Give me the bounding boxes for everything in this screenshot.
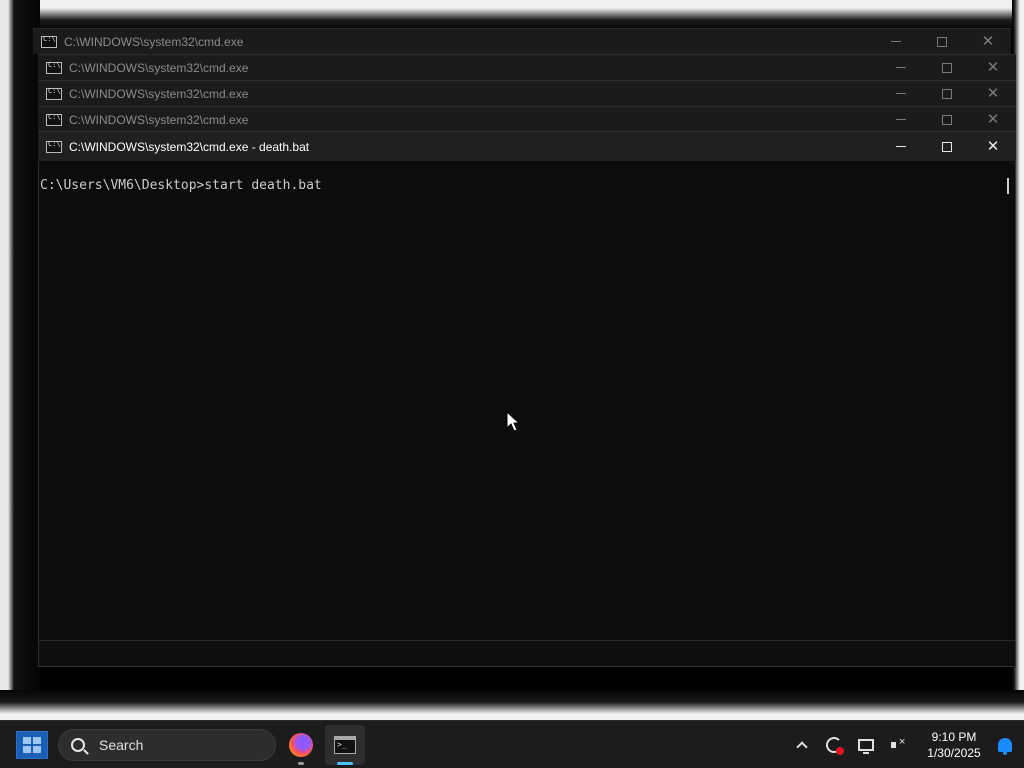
window-titlebar-1[interactable]: C:\WINDOWS\system32\cmd.exe ✕ — [33, 28, 1011, 54]
window-title: C:\WINDOWS\system32\cmd.exe — [69, 86, 249, 101]
error-badge-icon — [836, 747, 844, 755]
window-controls: ✕ — [878, 55, 1016, 80]
maximize-button[interactable] — [924, 107, 970, 132]
close-icon: ✕ — [986, 85, 1000, 102]
maximize-icon — [942, 88, 952, 99]
chevron-up-icon — [796, 741, 808, 753]
desktop-edge-left — [0, 0, 40, 720]
app-running-indicator — [298, 762, 304, 765]
network-button[interactable] — [850, 729, 882, 761]
window-controls: ✕ — [878, 107, 1016, 132]
window-titlebar-4[interactable]: C:\WINDOWS\system32\cmd.exe ✕ — [38, 106, 1016, 132]
system-tray: 9:10 PM 1/30/2025 — [786, 721, 1024, 768]
close-button[interactable]: ✕ — [970, 55, 1016, 80]
close-icon: ✕ — [986, 138, 1000, 155]
window-title: C:\WINDOWS\system32\cmd.exe — [64, 34, 244, 49]
search-box[interactable]: Search — [58, 729, 276, 761]
cmd-icon — [46, 87, 62, 100]
desktop-edge-bottom — [0, 690, 1024, 720]
close-icon: ✕ — [986, 59, 1000, 76]
volume-button[interactable] — [882, 729, 914, 761]
minimize-button[interactable] — [878, 107, 924, 132]
clock-date: 1/30/2025 — [927, 746, 981, 760]
window-titlebar-3[interactable]: C:\WINDOWS\system32\cmd.exe ✕ — [38, 80, 1016, 106]
minimize-button[interactable] — [873, 29, 919, 54]
cmd-icon — [46, 140, 62, 153]
maximize-icon — [937, 36, 947, 47]
close-button[interactable]: ✕ — [970, 132, 1016, 161]
window-controls: ✕ — [878, 81, 1016, 106]
scrollbar-thumb[interactable] — [1007, 178, 1009, 194]
notification-bell-icon[interactable] — [998, 738, 1012, 755]
speaker-muted-icon — [891, 736, 905, 751]
search-icon — [71, 738, 85, 752]
taskbar-app-terminal[interactable] — [325, 725, 365, 765]
windows-logo-icon — [16, 731, 48, 759]
app-active-indicator — [337, 762, 353, 765]
cmd-icon — [41, 35, 57, 48]
network-icon — [858, 739, 874, 754]
maximize-icon — [942, 62, 952, 73]
minimize-icon — [896, 119, 906, 120]
window-controls: ✕ — [873, 29, 1011, 54]
minimize-button[interactable] — [878, 132, 924, 161]
minimize-icon — [891, 41, 901, 42]
close-icon: ✕ — [986, 111, 1000, 128]
console-area[interactable]: C:\Users\VM6\Desktop>start death.bat — [38, 161, 1016, 667]
maximize-icon — [942, 114, 952, 125]
minimize-button[interactable] — [878, 55, 924, 80]
firefox-icon — [289, 733, 313, 757]
maximize-button[interactable] — [924, 132, 970, 161]
console-output: C:\Users\VM6\Desktop>start death.bat — [40, 178, 322, 193]
close-button[interactable]: ✕ — [970, 81, 1016, 106]
maximize-icon — [942, 141, 952, 152]
mouse-cursor-icon — [506, 411, 520, 432]
horizontal-scrollbar[interactable] — [39, 640, 1015, 666]
show-hidden-icons-button[interactable] — [786, 729, 818, 761]
window-title: C:\WINDOWS\system32\cmd.exe - death.bat — [69, 139, 310, 154]
minimize-icon — [896, 93, 906, 94]
terminal-icon — [334, 736, 356, 754]
cmd-icon — [46, 61, 62, 74]
minimize-icon — [896, 146, 906, 147]
taskbar-app-firefox[interactable] — [281, 725, 321, 765]
maximize-button[interactable] — [924, 55, 970, 80]
window-titlebar-2[interactable]: C:\WINDOWS\system32\cmd.exe ✕ — [38, 54, 1016, 80]
search-label: Search — [99, 737, 144, 753]
maximize-button[interactable] — [924, 81, 970, 106]
close-icon: ✕ — [981, 33, 995, 50]
window-controls: ✕ — [878, 132, 1016, 161]
minimize-icon — [896, 67, 906, 68]
taskbar: Search 9:10 PM 1/30/2025 — [0, 720, 1024, 768]
clock-time: 9:10 PM — [931, 730, 977, 744]
close-button[interactable]: ✕ — [965, 29, 1011, 54]
window-title: C:\WINDOWS\system32\cmd.exe — [69, 112, 249, 127]
minimize-button[interactable] — [878, 81, 924, 106]
window-titlebar-active[interactable]: C:\WINDOWS\system32\cmd.exe - death.bat … — [38, 131, 1016, 161]
start-button[interactable] — [12, 727, 52, 763]
close-button[interactable]: ✕ — [970, 107, 1016, 132]
clock[interactable]: 9:10 PM 1/30/2025 — [918, 729, 990, 761]
sync-status-button[interactable] — [818, 729, 850, 761]
maximize-button[interactable] — [919, 29, 965, 54]
window-title: C:\WINDOWS\system32\cmd.exe — [69, 60, 249, 75]
desktop-edge-top — [0, 0, 1024, 30]
vertical-scrollbar[interactable] — [999, 161, 1015, 641]
cmd-icon — [46, 113, 62, 126]
